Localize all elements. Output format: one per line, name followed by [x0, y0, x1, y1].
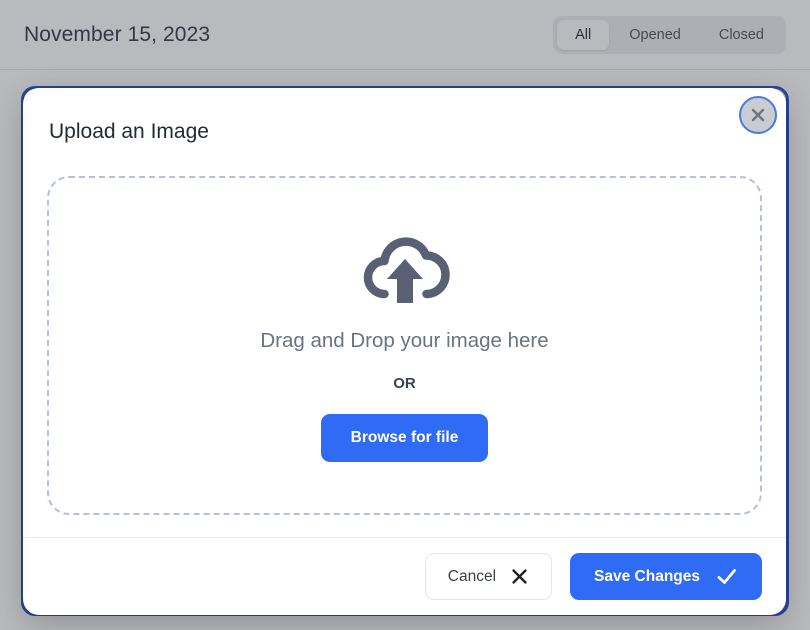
x-icon [510, 567, 529, 586]
save-changes-button[interactable]: Save Changes [570, 553, 762, 600]
file-dropzone[interactable]: Drag and Drop your image here OR Browse … [47, 176, 762, 515]
dialog-footer: Cancel Save Changes [23, 537, 786, 615]
cloud-upload-icon [359, 229, 451, 307]
cancel-button-label: Cancel [447, 567, 497, 585]
save-changes-button-label: Save Changes [594, 567, 700, 585]
dialog-header: Upload an Image [23, 88, 786, 176]
close-icon [748, 105, 768, 125]
dialog-title: Upload an Image [49, 120, 209, 143]
cancel-button[interactable]: Cancel [424, 553, 553, 600]
upload-image-dialog: Upload an Image Drag and Drop your image… [23, 88, 786, 615]
dialog-body: Drag and Drop your image here OR Browse … [23, 176, 786, 537]
check-icon [716, 567, 738, 586]
dropzone-or-separator: OR [393, 375, 416, 392]
browse-for-file-button[interactable]: Browse for file [320, 414, 489, 462]
dropzone-instruction-text: Drag and Drop your image here [260, 329, 549, 352]
close-button[interactable] [739, 96, 777, 134]
